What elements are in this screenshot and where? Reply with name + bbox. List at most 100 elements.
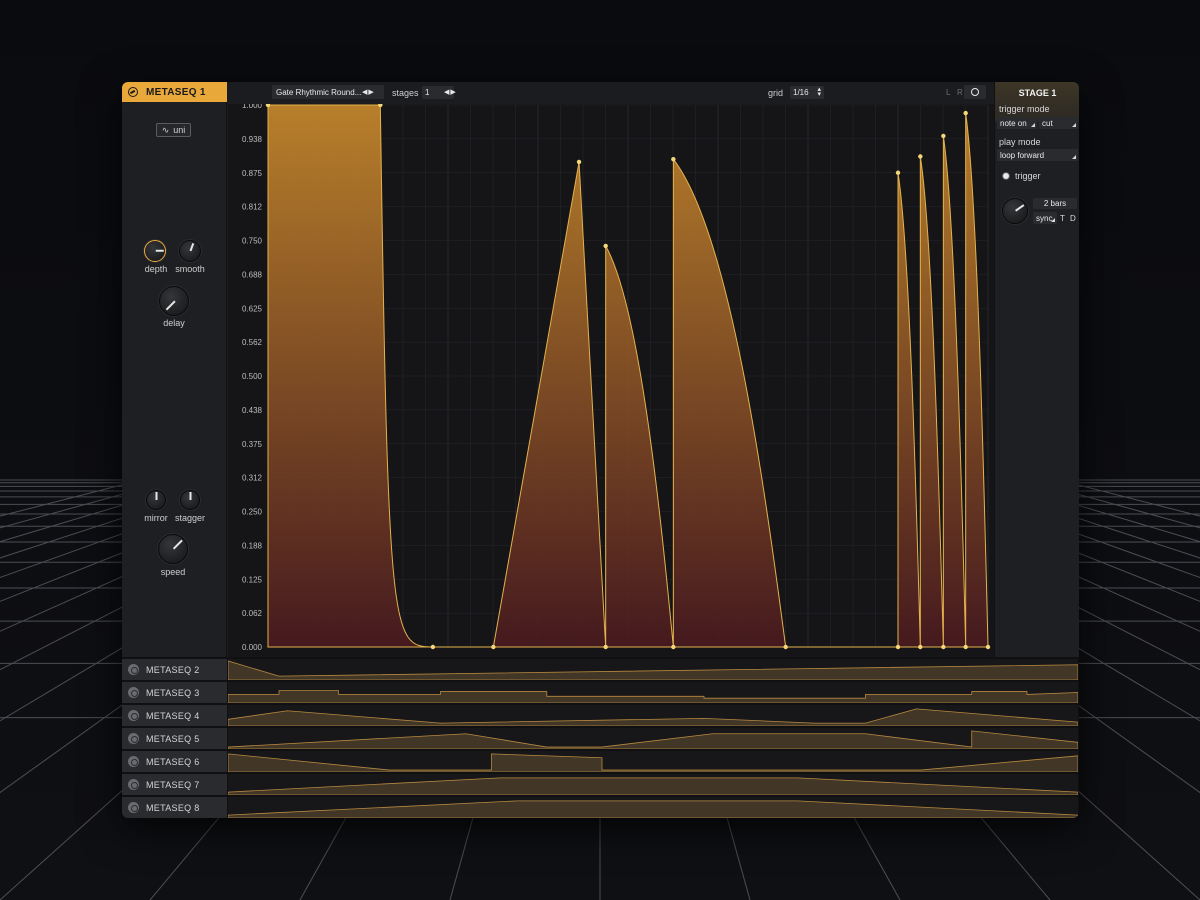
stagger-knob[interactable] <box>180 490 200 510</box>
editor-toolbar: Gate Rhythmic Round... ◀▶ stages 1 ◀▶ gr… <box>228 82 994 104</box>
envelope-point[interactable] <box>430 644 436 650</box>
y-tick-label: 0.750 <box>242 237 263 246</box>
lane-toggle-icon[interactable] <box>128 779 139 790</box>
lane-toggle-icon[interactable] <box>128 710 139 721</box>
lane-label[interactable]: METASEQ 8 <box>122 797 227 818</box>
sine-wave-icon: ∿ <box>161 124 170 135</box>
triplet-toggle[interactable]: T <box>1060 214 1065 223</box>
trigger-mode-label: trigger mode <box>999 104 1050 114</box>
stage-title: STAGE 1 <box>1018 88 1057 98</box>
y-tick-label: 0.000 <box>242 643 263 652</box>
lane-row[interactable]: METASEQ 5 <box>122 728 1079 749</box>
grid-label: grid <box>768 88 784 98</box>
trigger-radio[interactable] <box>1002 172 1010 180</box>
y-tick-label: 0.562 <box>242 338 263 347</box>
lane-row[interactable]: METASEQ 4 <box>122 705 1079 726</box>
lane-toggle-icon[interactable] <box>128 802 139 813</box>
envelope-point[interactable] <box>491 644 496 650</box>
y-tick-label: 1.000 <box>242 104 263 110</box>
envelope-point[interactable] <box>918 154 923 159</box>
lane-label[interactable]: METASEQ 4 <box>122 705 227 726</box>
envelope-point[interactable] <box>671 644 676 650</box>
stagger-label: stagger <box>174 513 206 523</box>
delay-label: delay <box>163 318 185 328</box>
length-field[interactable]: 2 bars <box>1033 198 1077 209</box>
play-mode-value: loop forward <box>1000 150 1045 160</box>
sync-dropdown[interactable]: sync <box>1033 212 1057 224</box>
updown-icon: ▴ ▾ <box>817 86 821 98</box>
right-channel-toggle[interactable]: R <box>957 88 963 97</box>
lane-mini-graph <box>228 751 1078 772</box>
lane-mini-graph <box>228 797 1078 818</box>
left-control-panel: METASEQ 1 ∿ uni depth smooth delay mirro… <box>122 82 227 657</box>
envelope-graph[interactable]: 1.000 0.938 0.875 0.812 0.750 0.688 0.625 0.562… <box>228 104 994 657</box>
lane-tab-metaseq-1[interactable]: METASEQ 1 <box>122 82 227 102</box>
polarity-button[interactable]: ∿ uni <box>156 123 191 137</box>
lane-list: METASEQ 2 METASEQ 3 METASEQ 4 METASEQ 5 META… <box>122 657 1079 818</box>
lane-row[interactable]: METASEQ 7 <box>122 774 1079 795</box>
grid-field[interactable]: 1/16 ▴ ▾ <box>790 86 824 99</box>
trigger-cut-value: cut <box>1042 118 1053 128</box>
speed-label: speed <box>160 567 186 577</box>
envelope-point[interactable] <box>576 159 582 165</box>
envelope-point[interactable] <box>985 644 991 650</box>
lane-row[interactable]: METASEQ 8 <box>122 797 1079 818</box>
lane-row[interactable]: METASEQ 2 <box>122 659 1079 680</box>
lane-name: METASEQ 6 <box>146 756 200 767</box>
smooth-knob[interactable] <box>179 240 201 262</box>
y-tick-label: 0.188 <box>242 541 263 550</box>
envelope-point[interactable] <box>603 243 608 249</box>
lane-name: METASEQ 8 <box>146 802 200 813</box>
lane-toggle-icon[interactable] <box>128 687 139 698</box>
lane-row[interactable]: METASEQ 6 <box>122 751 1079 772</box>
preset-name: Gate Rhythmic Round... <box>276 87 362 97</box>
loop-mode-button[interactable] <box>964 85 986 99</box>
envelope-point[interactable] <box>963 110 968 116</box>
envelope-point[interactable] <box>918 644 923 650</box>
trigger-cut-dropdown[interactable]: cut <box>1039 117 1078 129</box>
lane-label[interactable]: METASEQ 2 <box>122 659 227 680</box>
y-tick-label: 0.438 <box>242 406 263 415</box>
preset-prev-next-arrows[interactable]: ◀▶ <box>362 88 375 96</box>
envelope-point[interactable] <box>941 133 946 139</box>
lane-toggle-icon[interactable] <box>128 87 138 97</box>
lane-label[interactable]: METASEQ 7 <box>122 774 227 795</box>
envelope-point[interactable] <box>783 644 788 650</box>
delay-knob[interactable] <box>159 286 189 316</box>
left-channel-toggle[interactable]: L <box>946 88 950 97</box>
envelope-point[interactable] <box>941 644 946 650</box>
lane-label[interactable]: METASEQ 6 <box>122 751 227 772</box>
circle-icon <box>971 88 979 96</box>
y-tick-label: 0.312 <box>242 474 263 483</box>
speed-knob[interactable] <box>158 534 188 564</box>
lane-label[interactable]: METASEQ 5 <box>122 728 227 749</box>
stages-arrows[interactable]: ◀▶ <box>444 88 457 96</box>
y-tick-label: 0.688 <box>242 270 263 279</box>
sync-value: sync <box>1036 213 1053 223</box>
y-tick-label: 0.875 <box>242 169 263 178</box>
play-mode-dropdown[interactable]: loop forward <box>997 149 1078 161</box>
y-tick-label: 0.812 <box>242 203 263 212</box>
stages-label: stages <box>392 88 419 98</box>
envelope-point[interactable] <box>895 170 901 175</box>
envelope-point[interactable] <box>603 644 608 650</box>
dotted-toggle[interactable]: D <box>1070 214 1076 223</box>
stage-header: STAGE 1 trigger mode <box>995 82 1079 122</box>
play-mode-label: play mode <box>999 137 1041 147</box>
trigger-label: trigger <box>1015 171 1041 181</box>
lane-toggle-icon[interactable] <box>128 756 139 767</box>
depth-knob[interactable] <box>144 240 166 262</box>
lane-row[interactable]: METASEQ 3 <box>122 682 1079 703</box>
trigger-mode-dropdown[interactable]: note on <box>997 117 1037 129</box>
lane-label[interactable]: METASEQ 3 <box>122 682 227 703</box>
metaseq-window: METASEQ 1 ∿ uni depth smooth delay mirro… <box>122 82 1079 818</box>
rate-knob[interactable] <box>1002 198 1028 224</box>
envelope-point[interactable] <box>895 644 901 650</box>
lane-toggle-icon[interactable] <box>128 733 139 744</box>
envelope-point[interactable] <box>671 157 676 162</box>
envelope-point[interactable] <box>963 644 968 650</box>
lane-name: METASEQ 5 <box>146 733 200 744</box>
lane-toggle-icon[interactable] <box>128 664 139 675</box>
mirror-knob[interactable] <box>146 490 166 510</box>
y-tick-label: 0.938 <box>242 135 263 144</box>
